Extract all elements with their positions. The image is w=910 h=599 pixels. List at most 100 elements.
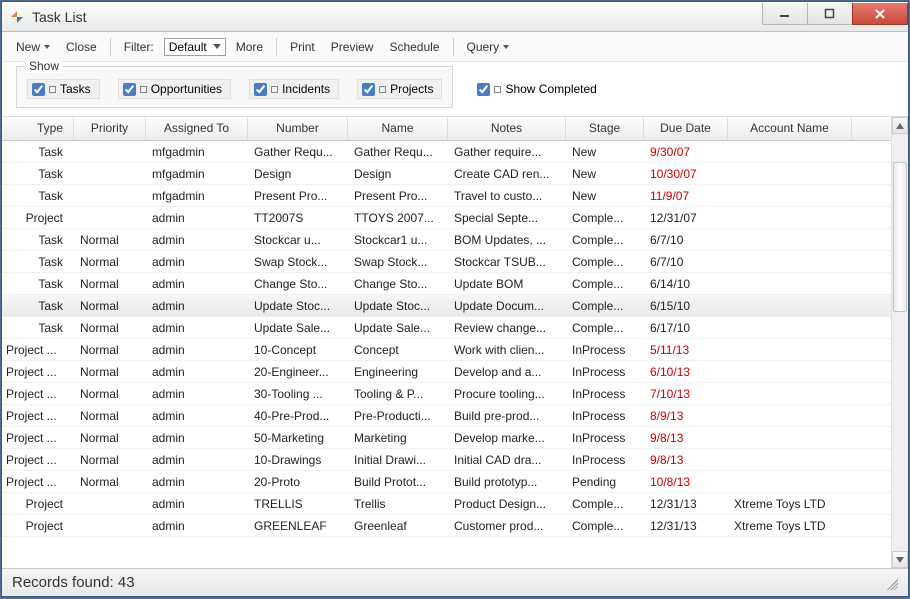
- close-action[interactable]: Close: [60, 38, 103, 56]
- table-row[interactable]: Project ...Normaladmin20-Engineer...Engi…: [2, 361, 891, 383]
- projects-checkbox-input[interactable]: [362, 83, 375, 96]
- table-row[interactable]: TaskNormaladminSwap Stock...Swap Stock..…: [2, 251, 891, 273]
- vertical-scrollbar[interactable]: [891, 117, 908, 568]
- scroll-thumb[interactable]: [893, 162, 907, 312]
- cell-stage: New: [566, 186, 644, 206]
- cell-priority: Normal: [74, 362, 146, 382]
- cell-assigned: mfgadmin: [146, 186, 248, 206]
- table-row[interactable]: Project ...Normaladmin50-MarketingMarket…: [2, 427, 891, 449]
- table-row[interactable]: ProjectadminTT2007STTOYS 2007...Special …: [2, 207, 891, 229]
- cell-due: 12/31/07: [644, 208, 728, 228]
- cell-number: Present Pro...: [248, 186, 348, 206]
- opportunities-checkbox[interactable]: Opportunities: [118, 79, 231, 99]
- col-type[interactable]: Type: [2, 117, 74, 140]
- maximize-button[interactable]: [807, 3, 853, 25]
- table-row[interactable]: Project ...Normaladmin30-Tooling ...Tool…: [2, 383, 891, 405]
- box-icon: [379, 86, 386, 93]
- table-row[interactable]: Project ...Normaladmin10-DrawingsInitial…: [2, 449, 891, 471]
- opportunities-checkbox-input[interactable]: [123, 83, 136, 96]
- filter-area: Show Tasks Opportunities Incidents: [2, 62, 908, 116]
- cell-notes: Develop and a...: [448, 362, 566, 382]
- cell-stage: Comple...: [566, 318, 644, 338]
- cell-priority: Normal: [74, 384, 146, 404]
- col-number[interactable]: Number: [248, 117, 348, 140]
- filter-select[interactable]: Default: [164, 38, 226, 56]
- scroll-up-button[interactable]: [892, 117, 908, 134]
- cell-account: [728, 193, 852, 199]
- col-notes[interactable]: Notes: [448, 117, 566, 140]
- col-priority[interactable]: Priority: [74, 117, 146, 140]
- resize-grip-icon[interactable]: [884, 576, 898, 590]
- table-row[interactable]: Project ...Normaladmin40-Pre-Prod...Pre-…: [2, 405, 891, 427]
- cell-notes: Build prototyp...: [448, 472, 566, 492]
- table-row[interactable]: TaskNormaladminStockcar u...Stockcar1 u.…: [2, 229, 891, 251]
- minimize-button[interactable]: [762, 3, 808, 25]
- table-row[interactable]: Project ...Normaladmin20-ProtoBuild Prot…: [2, 471, 891, 493]
- incidents-checkbox[interactable]: Incidents: [249, 79, 339, 99]
- cell-assigned: admin: [146, 516, 248, 536]
- tasks-checkbox[interactable]: Tasks: [27, 79, 100, 99]
- cell-stage: Comple...: [566, 208, 644, 228]
- scroll-down-button[interactable]: [892, 551, 908, 568]
- table-row[interactable]: TaskNormaladminUpdate Stoc...Update Stoc…: [2, 295, 891, 317]
- records-found-count: 43: [118, 574, 135, 591]
- cell-name: Engineering: [348, 362, 448, 382]
- cell-priority: Normal: [74, 274, 146, 294]
- table-row[interactable]: TaskNormaladminUpdate Sale...Update Sale…: [2, 317, 891, 339]
- cell-type: Task: [2, 230, 74, 250]
- cell-notes: BOM Updates, ...: [448, 230, 566, 250]
- schedule-action[interactable]: Schedule: [383, 38, 445, 56]
- table-row[interactable]: Project ...Normaladmin10-ConceptConceptW…: [2, 339, 891, 361]
- table-row[interactable]: ProjectadminTRELLISTrellisProduct Design…: [2, 493, 891, 515]
- show-completed-checkbox[interactable]: Show Completed: [477, 66, 596, 96]
- show-completed-input[interactable]: [477, 83, 490, 96]
- cell-stage: Comple...: [566, 494, 644, 514]
- cell-due: 6/15/10: [644, 296, 728, 316]
- cell-account: [728, 391, 852, 397]
- cell-due: 7/10/13: [644, 384, 728, 404]
- cell-type: Project ...: [2, 472, 74, 492]
- cell-stage: InProcess: [566, 428, 644, 448]
- cell-name: Pre-Producti...: [348, 406, 448, 426]
- show-group: Show Tasks Opportunities Incidents: [16, 66, 453, 108]
- cell-name: Design: [348, 164, 448, 184]
- cell-priority: [74, 149, 146, 155]
- table-row[interactable]: TaskmfgadminPresent Pro...Present Pro...…: [2, 185, 891, 207]
- table-row[interactable]: ProjectadminGREENLEAFGreenleafCustomer p…: [2, 515, 891, 537]
- cell-stage: InProcess: [566, 340, 644, 360]
- cell-assigned: admin: [146, 362, 248, 382]
- titlebar[interactable]: Task List: [2, 2, 908, 32]
- cell-number: 10-Concept: [248, 340, 348, 360]
- query-label: Query: [467, 40, 500, 54]
- table-row[interactable]: TaskmfgadminDesignDesignCreate CAD ren..…: [2, 163, 891, 185]
- grid-header: Type Priority Assigned To Number Name No…: [2, 117, 891, 141]
- print-action[interactable]: Print: [284, 38, 321, 56]
- col-account-name[interactable]: Account Name: [728, 117, 852, 140]
- records-found: Records found: 43: [12, 574, 135, 591]
- cell-stage: Comple...: [566, 274, 644, 294]
- tasks-checkbox-input[interactable]: [32, 83, 45, 96]
- close-button[interactable]: [852, 3, 908, 25]
- toolbar: New Close Filter: Default More Print Pre…: [2, 32, 908, 62]
- col-assigned-to[interactable]: Assigned To: [146, 117, 248, 140]
- cell-type: Project: [2, 516, 74, 536]
- table-row[interactable]: TaskNormaladminChange Sto...Change Sto..…: [2, 273, 891, 295]
- cell-account: [728, 171, 852, 177]
- table-row[interactable]: TaskmfgadminGather Requ...Gather Requ...…: [2, 141, 891, 163]
- query-menu[interactable]: Query: [461, 38, 516, 56]
- app-icon: [8, 8, 26, 26]
- col-name[interactable]: Name: [348, 117, 448, 140]
- new-menu[interactable]: New: [10, 38, 56, 56]
- col-stage[interactable]: Stage: [566, 117, 644, 140]
- col-due-date[interactable]: Due Date: [644, 117, 728, 140]
- scroll-track[interactable]: [892, 134, 908, 551]
- projects-checkbox[interactable]: Projects: [357, 79, 442, 99]
- cell-name: Update Sale...: [348, 318, 448, 338]
- cell-name: Update Stoc...: [348, 296, 448, 316]
- cell-notes: Build pre-prod...: [448, 406, 566, 426]
- more-action[interactable]: More: [230, 38, 269, 56]
- preview-action[interactable]: Preview: [325, 38, 380, 56]
- cell-account: [728, 259, 852, 265]
- incidents-checkbox-input[interactable]: [254, 83, 267, 96]
- cell-account: [728, 479, 852, 485]
